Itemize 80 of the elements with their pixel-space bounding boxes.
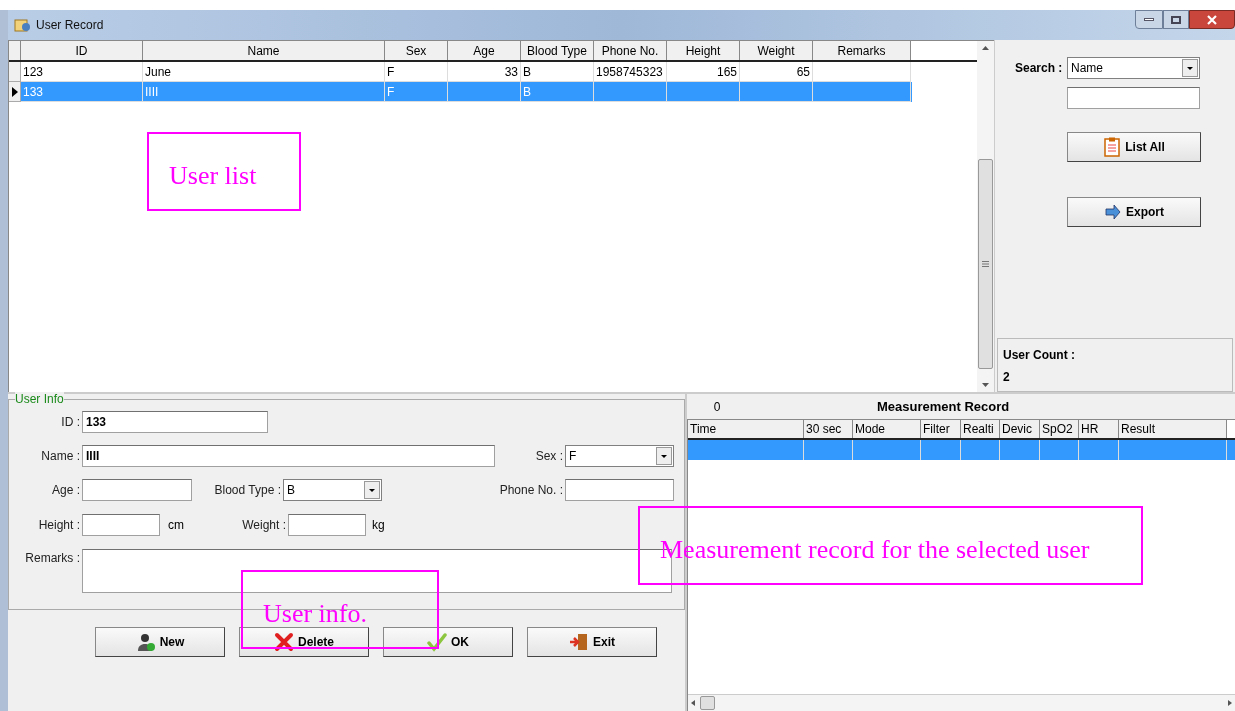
column-header[interactable]: Remarks bbox=[813, 41, 911, 60]
action-button[interactable]: New bbox=[95, 627, 225, 657]
window-title: User Record bbox=[36, 17, 104, 34]
annotation-label: User list bbox=[147, 132, 301, 211]
field-label: Blood Type : bbox=[213, 482, 281, 499]
column-header[interactable]: Time bbox=[688, 420, 804, 438]
row-pointer-icon bbox=[11, 86, 18, 97]
group-title: User Info bbox=[15, 392, 64, 406]
horizontal-scrollbar[interactable] bbox=[688, 694, 1235, 711]
table-cell: 133 bbox=[21, 82, 143, 102]
dropdown[interactable]: F bbox=[565, 445, 674, 467]
action-button[interactable]: OK bbox=[383, 627, 513, 657]
search-field[interactable] bbox=[1067, 87, 1200, 109]
scroll-thumb[interactable] bbox=[700, 696, 715, 710]
door-icon bbox=[569, 632, 589, 652]
column-header[interactable]: ID bbox=[21, 41, 143, 60]
search-label: Search : bbox=[1015, 60, 1063, 77]
field-label: ID : bbox=[60, 414, 80, 431]
search-dropdown[interactable]: Name bbox=[1067, 57, 1200, 79]
minimize-button[interactable] bbox=[1135, 10, 1163, 29]
field-label: Age : bbox=[50, 482, 80, 499]
field-label: Phone No. : bbox=[498, 482, 563, 499]
user-count-label: User Count : bbox=[1003, 347, 1076, 364]
close-icon bbox=[1207, 14, 1217, 25]
field-label: Sex : bbox=[534, 448, 563, 465]
column-header[interactable]: Height bbox=[667, 41, 740, 60]
field-label: Remarks : bbox=[24, 550, 80, 567]
column-header[interactable]: Blood Type bbox=[521, 41, 594, 60]
grip-icon bbox=[982, 261, 989, 267]
caret-icon bbox=[656, 447, 672, 465]
person-icon bbox=[135, 632, 156, 652]
column-header[interactable]: Name bbox=[143, 41, 385, 60]
column-header[interactable]: 30 sec bbox=[804, 420, 853, 438]
input-field[interactable]: IIII bbox=[82, 445, 495, 467]
scrollbar[interactable] bbox=[977, 40, 994, 392]
table-cell: IIII bbox=[143, 82, 385, 102]
close-button[interactable] bbox=[1189, 10, 1235, 29]
scroll-thumb[interactable] bbox=[978, 159, 993, 369]
column-header[interactable]: Age bbox=[448, 41, 521, 60]
dropdown[interactable]: B bbox=[283, 479, 382, 501]
side-button[interactable]: List All bbox=[1067, 132, 1201, 162]
user-count-value: 2 bbox=[1003, 369, 1011, 386]
column-header[interactable]: SpO2 bbox=[1040, 420, 1079, 438]
input-field[interactable] bbox=[565, 479, 674, 501]
action-button[interactable]: Exit bbox=[527, 627, 657, 657]
side-button[interactable]: Export bbox=[1067, 197, 1201, 227]
table-cell: B bbox=[521, 82, 594, 102]
column-header[interactable]: Devic bbox=[1000, 420, 1040, 438]
app-icon bbox=[14, 17, 32, 33]
input-field[interactable] bbox=[288, 514, 366, 536]
row-header[interactable] bbox=[9, 82, 21, 102]
input-field[interactable] bbox=[82, 479, 192, 501]
column-header[interactable]: Realti bbox=[961, 420, 1000, 438]
input-field[interactable] bbox=[82, 514, 160, 536]
unit-label: cm bbox=[168, 517, 185, 534]
field-label: Height : bbox=[37, 517, 80, 534]
column-header[interactable]: Result bbox=[1119, 420, 1227, 438]
maximize-button[interactable] bbox=[1163, 10, 1189, 29]
field-label: Weight : bbox=[241, 517, 286, 534]
annotation-label: Measurement record for the selected user bbox=[638, 506, 1143, 585]
column-header[interactable]: Filter bbox=[921, 420, 961, 438]
caret-icon bbox=[1182, 59, 1198, 77]
cross-icon bbox=[274, 632, 294, 652]
input-field[interactable]: 133 bbox=[82, 411, 268, 433]
column-header[interactable]: Weight bbox=[740, 41, 813, 60]
column-header[interactable]: HR bbox=[1079, 420, 1119, 438]
panel-title: Measurement Record bbox=[877, 397, 1010, 416]
column-header[interactable]: Phone No. bbox=[594, 41, 667, 60]
action-button[interactable]: Delete bbox=[239, 627, 369, 657]
table-cell: F bbox=[385, 82, 448, 102]
column-header[interactable]: Mode bbox=[853, 420, 921, 438]
table-row[interactable]: 123 June F 33 B 1958745323 165 65 bbox=[9, 62, 912, 82]
field-label: Name : bbox=[40, 448, 80, 465]
clipboard-icon bbox=[1103, 137, 1122, 157]
caret-icon bbox=[364, 481, 380, 499]
column-header[interactable]: Sex bbox=[385, 41, 448, 60]
record-count: 0 bbox=[712, 398, 722, 416]
export-icon bbox=[1104, 203, 1122, 221]
check-icon bbox=[427, 632, 447, 652]
unit-label: kg bbox=[372, 517, 385, 534]
